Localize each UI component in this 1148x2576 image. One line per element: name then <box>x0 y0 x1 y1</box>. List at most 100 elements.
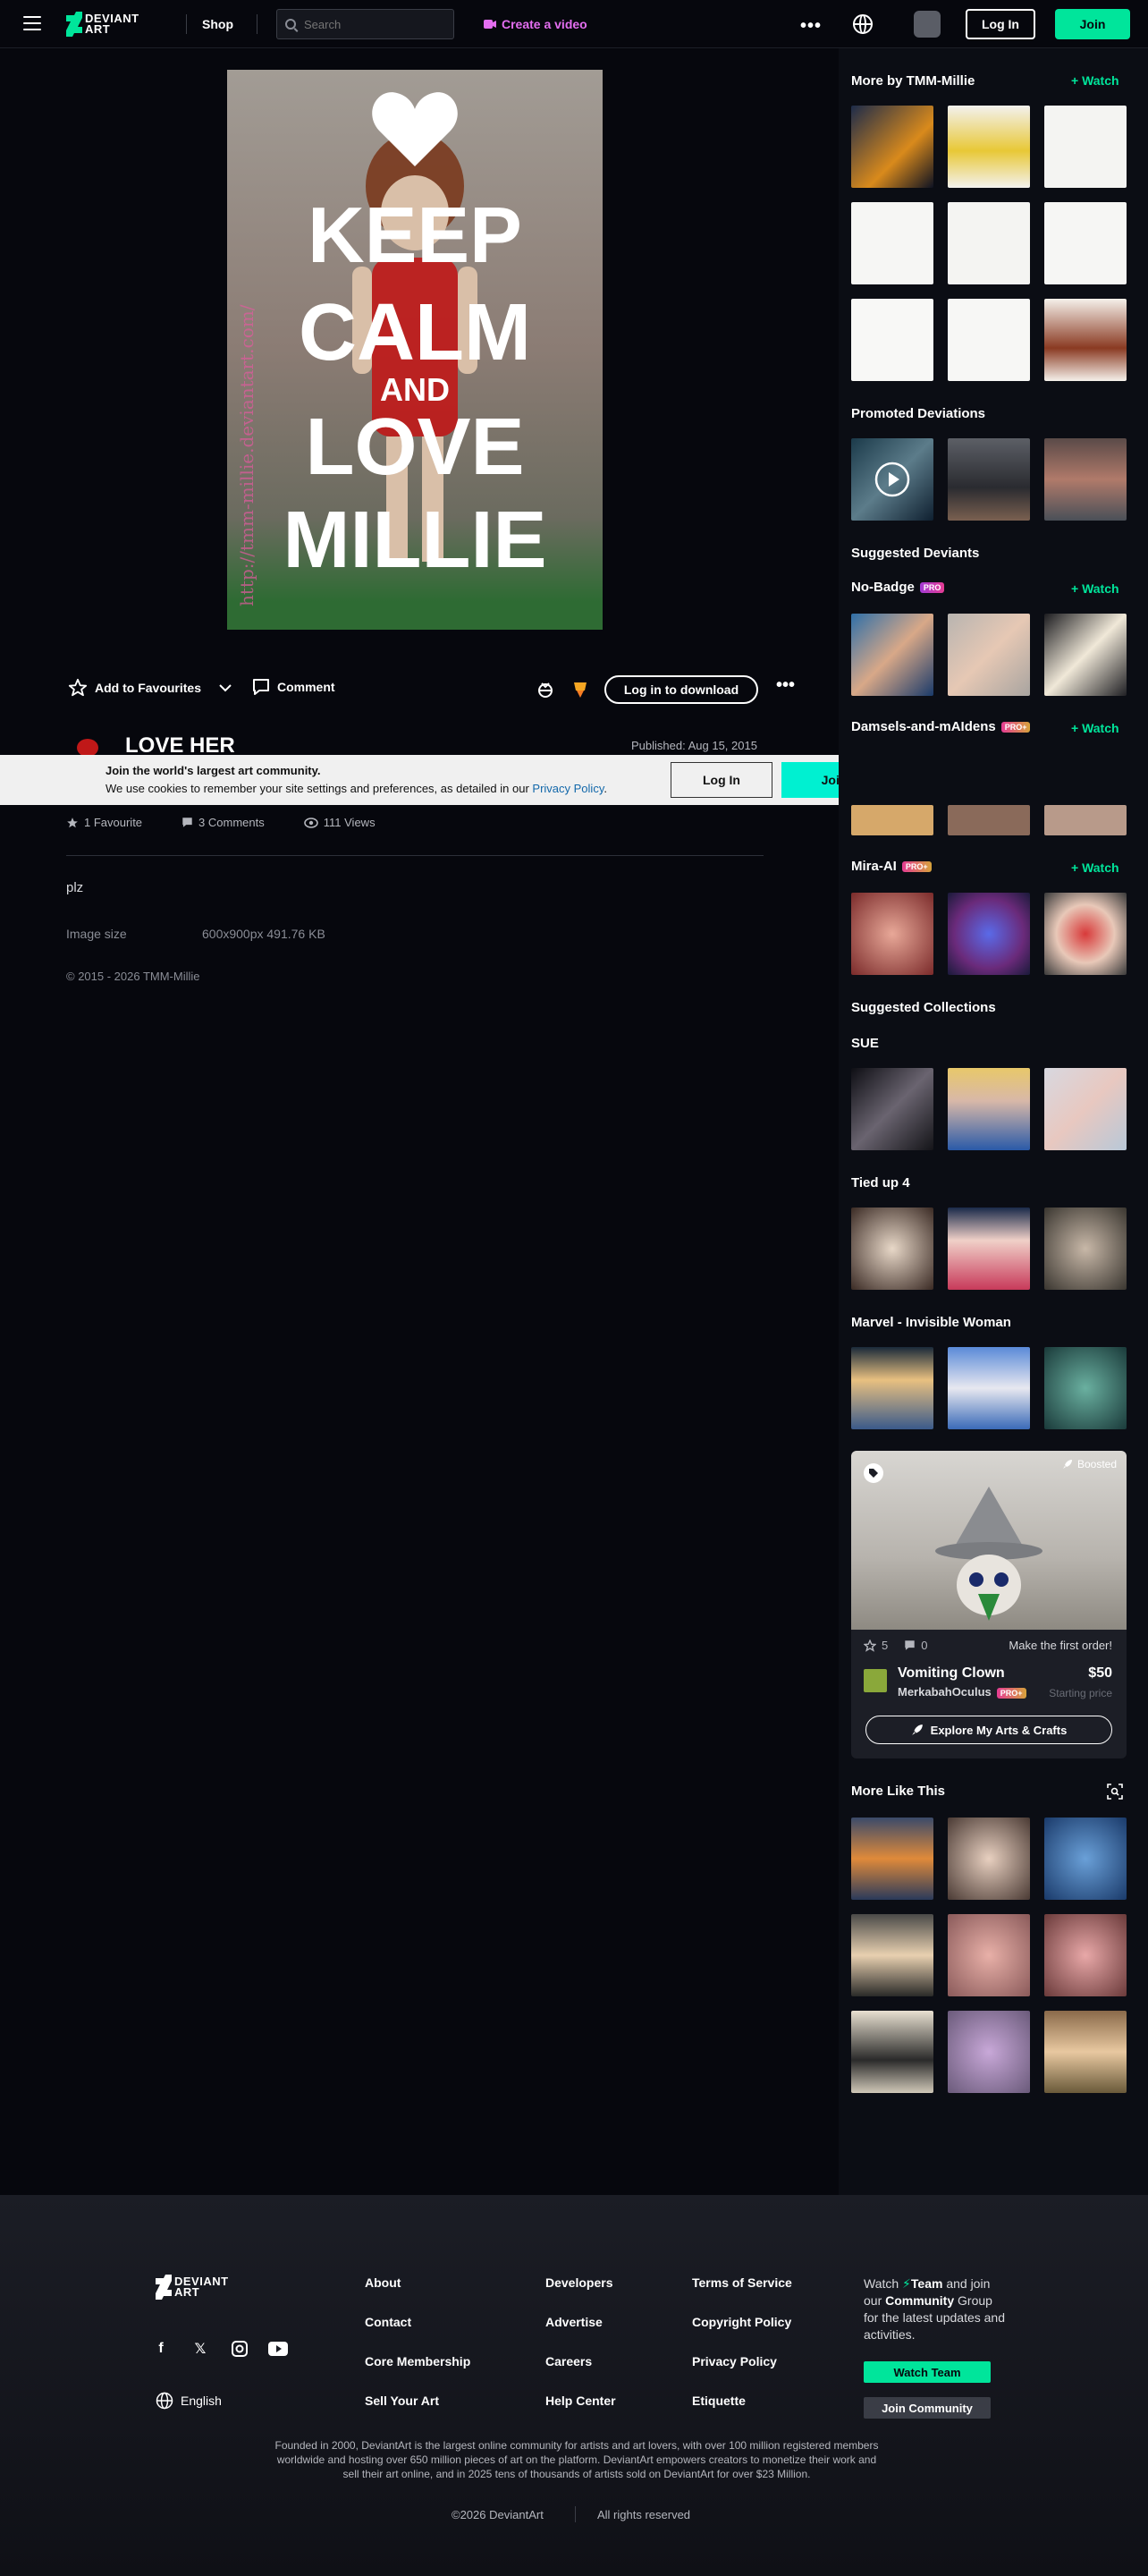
more-like-this-thumb[interactable] <box>851 1818 933 1900</box>
login-to-download-button[interactable]: Log in to download <box>604 675 758 704</box>
watch-deviant-button[interactable]: + Watch <box>1071 581 1119 596</box>
footer-logo[interactable]: DEVIANT ART <box>156 2274 229 2301</box>
deviant-thumb[interactable] <box>851 893 933 975</box>
watch-team-button[interactable]: Watch Team <box>864 2361 991 2383</box>
watch-deviant-button[interactable]: + Watch <box>1071 860 1119 875</box>
deviant-thumb[interactable] <box>1044 614 1127 696</box>
footer-link-privacy-policy[interactable]: Privacy Policy <box>692 2354 777 2368</box>
footer-link-copyright-policy[interactable]: Copyright Policy <box>692 2315 791 2329</box>
suggested-deviant-name[interactable]: Mira-AI PRO+ <box>851 859 932 874</box>
promoted-thumb[interactable] <box>1044 438 1127 521</box>
footer-link-sell-your-art[interactable]: Sell Your Art <box>365 2394 439 2408</box>
collection-name[interactable]: SUE <box>851 1036 879 1051</box>
seller-avatar[interactable] <box>864 1669 887 1692</box>
deviant-thumb[interactable] <box>851 805 933 835</box>
more-like-this-thumb[interactable] <box>851 1914 933 1996</box>
more-options-icon[interactable]: ••• <box>800 16 822 37</box>
more-like-this-thumb[interactable] <box>948 1914 1030 1996</box>
footer-link-contact[interactable]: Contact <box>365 2315 411 2329</box>
author-avatar[interactable] <box>77 739 98 757</box>
deviantart-logo[interactable]: DEVIANT ART <box>66 11 139 38</box>
login-button[interactable]: Log In <box>966 9 1035 39</box>
search-input[interactable] <box>276 9 454 39</box>
deviant-thumb[interactable] <box>1044 893 1127 975</box>
more-like-this-thumb[interactable] <box>851 2011 933 2093</box>
privacy-policy-link[interactable]: Privacy Policy <box>532 782 604 795</box>
collection-thumb[interactable] <box>948 1068 1030 1150</box>
language-selector[interactable]: English <box>156 2392 222 2410</box>
join-button[interactable]: Join <box>1055 9 1130 39</box>
explore-arts-button[interactable]: Explore My Arts & Crafts <box>865 1716 1112 1744</box>
collection-name[interactable]: Marvel - Invisible Woman <box>851 1315 1011 1330</box>
seller-name[interactable]: MerkabahOculus PRO+ <box>898 1685 1026 1699</box>
more-like-this-thumb[interactable] <box>1044 1818 1127 1900</box>
collection-thumb[interactable] <box>1044 1347 1127 1429</box>
watch-artist-button[interactable]: + Watch <box>1071 73 1119 88</box>
watch-deviant-button[interactable]: + Watch <box>1071 721 1119 735</box>
badge-give-icon[interactable] <box>570 680 590 699</box>
x-twitter-icon[interactable]: 𝕏 <box>191 2340 209 2358</box>
boosted-product-card[interactable]: Boosted 5 0 Make the first order! Vomiti… <box>851 1451 1127 1758</box>
menu-icon[interactable] <box>23 16 41 30</box>
deviant-thumb[interactable] <box>851 614 933 696</box>
cookie-login-button[interactable]: Log In <box>671 762 772 798</box>
more-by-thumb[interactable] <box>851 202 933 284</box>
more-actions-icon[interactable]: ••• <box>776 675 795 696</box>
user-avatar-icon[interactable] <box>914 11 941 38</box>
footer-link-developers[interactable]: Developers <box>545 2275 612 2290</box>
more-by-thumb[interactable] <box>851 299 933 381</box>
more-like-this-thumb[interactable] <box>1044 2011 1127 2093</box>
comment-button[interactable]: Comment <box>252 678 335 696</box>
boosted-product-image[interactable] <box>851 1451 1127 1630</box>
suggested-deviant-name[interactable]: No-Badge PRO <box>851 580 945 595</box>
first-order-text: Make the first order! <box>1009 1639 1112 1652</box>
footer-link-careers[interactable]: Careers <box>545 2354 592 2368</box>
deviant-thumb[interactable] <box>948 805 1030 835</box>
facebook-icon[interactable]: f <box>152 2340 170 2358</box>
deviant-thumb[interactable] <box>948 614 1030 696</box>
suggested-deviant-name[interactable]: Damsels-and-mAIdens PRO+ <box>851 719 1031 734</box>
collection-thumb[interactable] <box>851 1208 933 1290</box>
more-by-thumb[interactable] <box>1044 299 1127 381</box>
footer-link-terms[interactable]: Terms of Service <box>692 2275 792 2290</box>
footer-link-about[interactable]: About <box>365 2275 401 2290</box>
deviant-thumb[interactable] <box>948 893 1030 975</box>
footer-link-etiquette[interactable]: Etiquette <box>692 2394 746 2408</box>
chevron-down-icon[interactable] <box>219 683 232 692</box>
deviant-thumb[interactable] <box>1044 805 1127 835</box>
globe-icon[interactable] <box>853 14 873 34</box>
collection-thumb[interactable] <box>851 1068 933 1150</box>
collection-name[interactable]: Tied up 4 <box>851 1175 910 1191</box>
visual-search-icon[interactable] <box>1107 1784 1123 1800</box>
promoted-thumb[interactable] <box>948 438 1030 521</box>
gift-icon[interactable] <box>536 680 554 699</box>
more-by-thumb[interactable] <box>851 106 933 188</box>
more-by-thumb[interactable] <box>948 299 1030 381</box>
collection-thumb[interactable] <box>1044 1208 1127 1290</box>
boost-product-title[interactable]: Vomiting Clown <box>898 1665 1005 1682</box>
cookie-text: We use cookies to remember your site set… <box>106 782 607 795</box>
join-community-button[interactable]: Join Community <box>864 2397 991 2419</box>
collection-thumb[interactable] <box>948 1208 1030 1290</box>
more-by-thumb[interactable] <box>948 106 1030 188</box>
more-by-thumb[interactable] <box>1044 202 1127 284</box>
more-by-thumb[interactable] <box>1044 106 1127 188</box>
footer-link-advertise[interactable]: Advertise <box>545 2315 603 2329</box>
more-by-thumb[interactable] <box>948 202 1030 284</box>
views-count: 111 Views <box>323 816 376 829</box>
create-video-link[interactable]: Create a video <box>484 17 587 31</box>
promoted-thumb[interactable] <box>851 438 933 521</box>
youtube-icon[interactable] <box>268 2342 288 2356</box>
more-like-this-thumb[interactable] <box>948 2011 1030 2093</box>
footer-link-core-membership[interactable]: Core Membership <box>365 2354 470 2368</box>
footer-link-help-center[interactable]: Help Center <box>545 2394 616 2408</box>
instagram-icon[interactable] <box>231 2340 249 2358</box>
collection-thumb[interactable] <box>1044 1068 1127 1150</box>
shop-link[interactable]: Shop <box>202 17 233 31</box>
collection-thumb[interactable] <box>851 1347 933 1429</box>
deviation-image[interactable]: KEEP CALM AND LOVE MILLIE http://tmm-mil… <box>227 70 603 630</box>
more-like-this-thumb[interactable] <box>948 1818 1030 1900</box>
collection-thumb[interactable] <box>948 1347 1030 1429</box>
more-like-this-thumb[interactable] <box>1044 1914 1127 1996</box>
add-to-favourites-button[interactable]: Add to Favourites <box>68 678 232 698</box>
